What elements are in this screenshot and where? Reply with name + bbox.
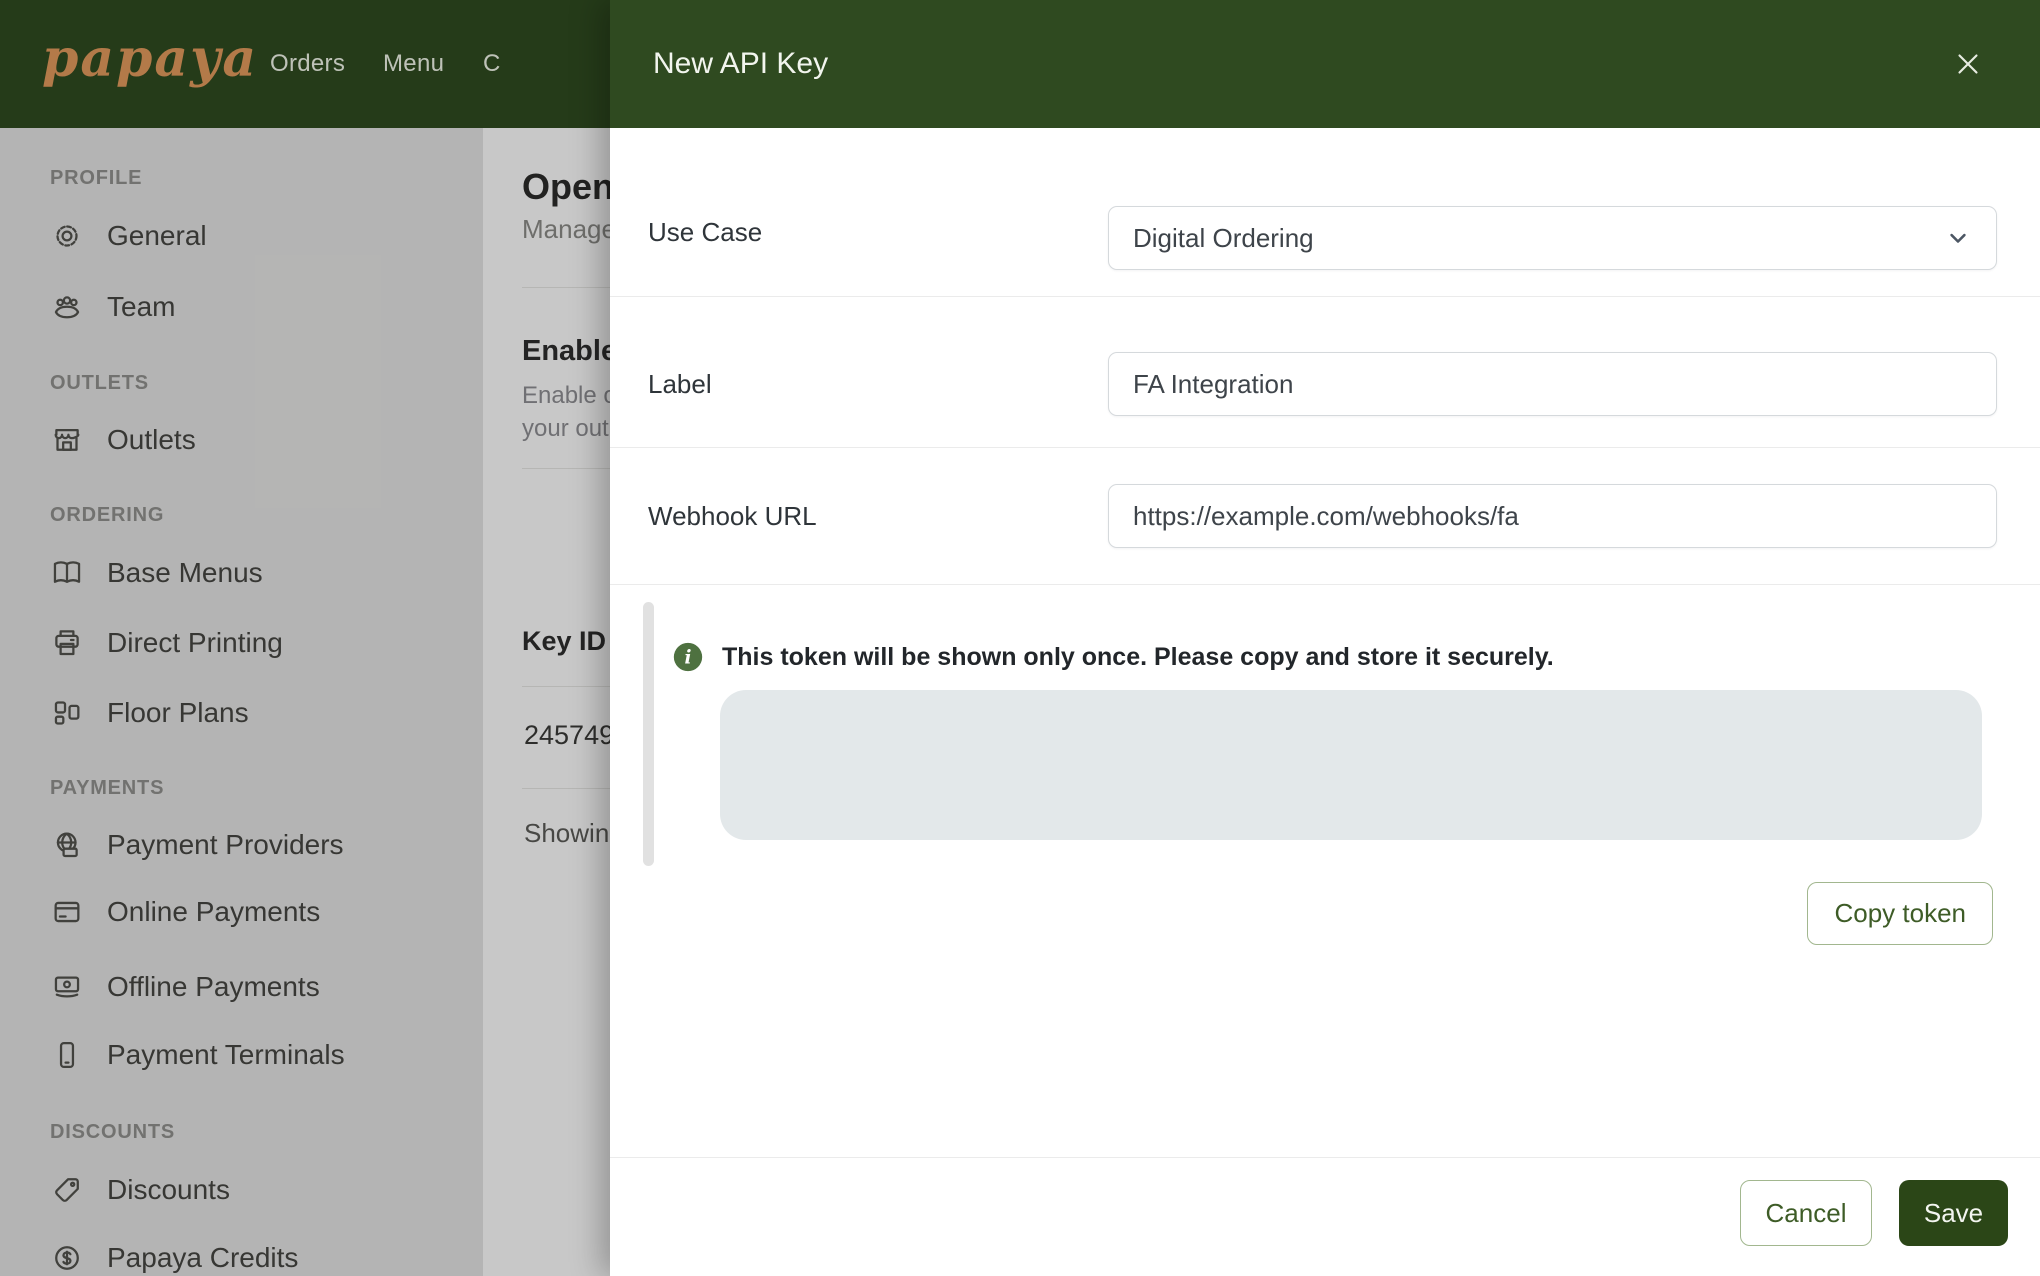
footer-divider	[610, 1157, 2040, 1158]
use-case-label: Use Case	[648, 217, 762, 247]
row-divider-2	[610, 447, 2040, 448]
cancel-button[interactable]: Cancel	[1740, 1180, 1872, 1246]
drawer-header: New API Key	[610, 0, 2040, 128]
token-section-accent-bar	[643, 602, 654, 866]
copy-token-button[interactable]: Copy token	[1807, 882, 1993, 945]
use-case-value: Digital Ordering	[1133, 223, 1314, 254]
label-input[interactable]	[1108, 352, 1997, 416]
info-icon: i	[671, 640, 705, 674]
token-notice: This token will be shown only once. Plea…	[722, 643, 1554, 672]
drawer-title: New API Key	[653, 47, 828, 81]
new-api-key-drawer: New API Key Use Case Digital Ordering La…	[610, 0, 2040, 1276]
label-field-label: Label	[648, 369, 712, 399]
close-icon[interactable]	[1948, 44, 1988, 84]
svg-text:i: i	[685, 648, 692, 669]
use-case-select[interactable]: Digital Ordering	[1108, 206, 1997, 270]
token-value-box	[720, 690, 1982, 840]
row-divider-3	[610, 584, 2040, 585]
save-button[interactable]: Save	[1899, 1180, 2008, 1246]
webhook-url-label: Webhook URL	[648, 501, 817, 531]
chevron-down-icon	[1944, 224, 1972, 252]
row-divider	[610, 296, 2040, 297]
webhook-url-input[interactable]	[1108, 484, 1997, 548]
